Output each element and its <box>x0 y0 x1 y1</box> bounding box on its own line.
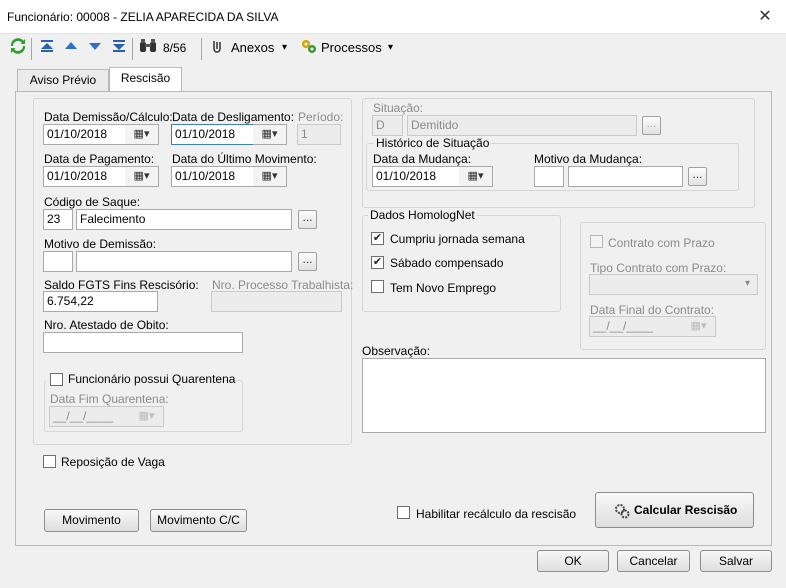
data-desligamento-label: Data de Desligamento: <box>172 110 295 124</box>
data-mudanca-input[interactable]: 01/10/2018 <box>372 166 460 187</box>
data-final-contrato-input[interactable]: __/__/____ <box>589 316 683 337</box>
contrato-prazo-checkbox[interactable] <box>590 235 603 248</box>
homolognet-title: Dados HomologNet <box>368 208 477 222</box>
motivo-demissao-label: Motivo de Demissão: <box>44 237 157 251</box>
data-ultimo-movimento-label: Data do Último Movimento: <box>172 152 317 166</box>
data-demissao-label: Data Demissão/Cálculo: <box>44 110 173 124</box>
chevron-down-icon[interactable]: ▾ <box>745 278 750 289</box>
cancelar-button[interactable]: Cancelar <box>617 550 690 572</box>
attachment-icon[interactable] <box>210 38 224 58</box>
quarentena-label: Funcionário possui Quarentena <box>68 372 236 386</box>
window-title: Funcionário: 00008 - ZELIA APARECIDA DA … <box>7 10 279 24</box>
data-fim-quarentena-input[interactable]: __/__/____ <box>49 406 131 427</box>
situacao-lookup-button[interactable]: ... <box>642 116 661 135</box>
close-icon[interactable]: ✕ <box>752 5 778 29</box>
toolbar: 8/56 Anexos ▾ Processos ▾ <box>0 34 786 62</box>
saldo-fgts-label: Saldo FGTS Fins Rescisório: <box>44 278 199 292</box>
historico-situacao-title: Histórico de Situação <box>374 136 492 150</box>
processes-icon[interactable] <box>300 38 318 58</box>
nro-atestado-input[interactable] <box>43 332 243 353</box>
calcular-rescisao-label: Calcular Rescisão <box>634 503 738 517</box>
cumpriu-jornada-checkbox[interactable]: ✔ <box>371 232 384 245</box>
motivo-demissao-description <box>76 251 292 272</box>
calendar-icon[interactable]: ▦▾ <box>253 124 287 145</box>
codigo-saque-label: Código de Saque: <box>44 195 141 209</box>
data-fim-quarentena-label: Data Fim Quarentena: <box>50 392 169 406</box>
title-bar: Funcionário: 00008 - ZELIA APARECIDA DA … <box>0 0 786 34</box>
nro-processo-label: Nro. Processo Trabalhista: <box>212 278 354 292</box>
observacao-textarea[interactable] <box>362 358 766 433</box>
reposicao-vaga-checkbox[interactable] <box>43 455 56 468</box>
codigo-saque-lookup-button[interactable]: ... <box>298 210 317 229</box>
toolbar-separator <box>132 38 133 60</box>
sabado-compensado-checkbox[interactable]: ✔ <box>371 256 384 269</box>
refresh-icon[interactable] <box>10 38 26 58</box>
next-record-icon[interactable] <box>88 38 102 58</box>
tab-aviso-previo[interactable]: Aviso Prévio <box>17 69 109 91</box>
quarentena-checkbox[interactable] <box>50 373 63 386</box>
motivo-demissao-code-input[interactable] <box>43 251 73 272</box>
novo-emprego-label: Tem Novo Emprego <box>390 281 497 295</box>
data-ultimo-movimento-input[interactable]: 01/10/2018 <box>171 166 254 187</box>
movimento-button[interactable]: Movimento <box>44 509 139 532</box>
data-demissao-input[interactable]: 01/10/2018 <box>43 124 126 145</box>
salvar-button[interactable]: Salvar <box>700 550 772 572</box>
calendar-icon[interactable]: ▦▾ <box>682 316 716 337</box>
motivo-mudanca-lookup-button[interactable]: ... <box>688 167 707 186</box>
situacao-code-input[interactable]: D <box>372 115 403 136</box>
calendar-icon[interactable]: ▦▾ <box>253 166 287 187</box>
last-record-icon[interactable] <box>112 38 126 58</box>
observacao-label: Observação: <box>362 344 431 358</box>
calendar-icon[interactable]: ▦▾ <box>130 406 164 427</box>
habilitar-recalculo-checkbox[interactable] <box>397 506 410 519</box>
cumpriu-jornada-label: Cumpriu jornada semana <box>390 232 525 246</box>
first-record-icon[interactable] <box>40 38 54 58</box>
chevron-down-icon[interactable]: ▾ <box>388 38 393 58</box>
calcular-rescisao-button[interactable]: Calcular Rescisão <box>595 492 754 528</box>
tab-rescisao[interactable]: Rescisão <box>109 67 182 92</box>
motivo-mudanca-code-input[interactable] <box>534 166 564 187</box>
motivo-demissao-lookup-button[interactable]: ... <box>298 252 317 271</box>
nro-processo-input[interactable] <box>211 291 342 312</box>
binoculars-icon[interactable] <box>139 38 157 58</box>
data-pagamento-input[interactable]: 01/10/2018 <box>43 166 126 187</box>
saldo-fgts-input[interactable]: 6.754,22 <box>43 291 158 312</box>
data-mudanca-label: Data da Mudança: <box>373 152 472 166</box>
periodo-spinner[interactable]: 1 <box>297 124 341 145</box>
periodo-label: Período: <box>298 110 344 124</box>
toolbar-separator <box>201 38 202 60</box>
calendar-icon[interactable]: ▦▾ <box>459 166 493 187</box>
previous-record-icon[interactable] <box>64 38 78 58</box>
codigo-saque-description: Falecimento <box>76 209 292 230</box>
sabado-compensado-label: Sábado compensado <box>390 256 504 270</box>
nro-atestado-label: Nro. Atestado de Obito: <box>44 318 169 332</box>
situacao-label: Situação: <box>373 101 424 115</box>
tipo-contrato-label: Tipo Contrato com Prazo: <box>590 261 727 275</box>
calendar-icon[interactable]: ▦▾ <box>125 124 159 145</box>
processos-menu[interactable]: Processos <box>321 38 382 58</box>
chevron-down-icon[interactable]: ▾ <box>282 38 287 58</box>
reposicao-vaga-label: Reposição de Vaga <box>61 455 165 469</box>
novo-emprego-checkbox[interactable] <box>371 280 384 293</box>
data-final-contrato-label: Data Final do Contrato: <box>590 303 715 317</box>
ok-button[interactable]: OK <box>537 550 609 572</box>
movimento-cc-button[interactable]: Movimento C/C <box>150 509 247 532</box>
codigo-saque-code-input[interactable]: 23 <box>43 209 73 230</box>
calendar-icon[interactable]: ▦▾ <box>125 166 159 187</box>
contrato-prazo-label: Contrato com Prazo <box>608 236 715 250</box>
toolbar-separator <box>31 38 32 60</box>
anexos-menu[interactable]: Anexos <box>231 38 274 58</box>
situacao-description: Demitido <box>407 115 637 136</box>
motivo-mudanca-description <box>568 166 683 187</box>
tipo-contrato-select[interactable] <box>589 274 758 295</box>
motivo-mudanca-label: Motivo da Mudança: <box>534 152 643 166</box>
record-counter: 8/56 <box>163 41 187 55</box>
data-desligamento-input[interactable]: 01/10/2018 <box>171 124 254 145</box>
data-pagamento-label: Data de Pagamento: <box>44 152 155 166</box>
habilitar-recalculo-label: Habilitar recálculo da rescisão <box>416 507 577 521</box>
gears-icon <box>614 503 630 522</box>
